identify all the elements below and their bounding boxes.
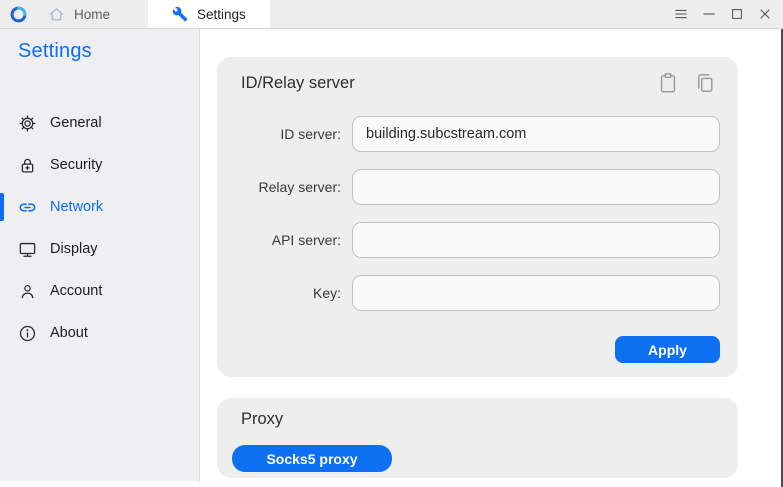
card-title: ID/Relay server bbox=[241, 74, 657, 93]
id-server-row: ID server: bbox=[217, 116, 720, 152]
sidebar-menu: General Security Network bbox=[0, 102, 199, 354]
sidebar-item-label: Network bbox=[50, 199, 103, 215]
sidebar-item-network[interactable]: Network bbox=[0, 186, 199, 228]
tab-home-label: Home bbox=[74, 7, 110, 22]
key-label: Key: bbox=[217, 285, 352, 301]
api-server-label: API server: bbox=[217, 232, 352, 248]
sidebar-item-security[interactable]: Security bbox=[0, 144, 199, 186]
tab-settings-label: Settings bbox=[197, 7, 246, 22]
tab-home[interactable]: Home bbox=[27, 0, 140, 28]
apply-button[interactable]: Apply bbox=[615, 336, 720, 363]
paste-button[interactable] bbox=[657, 71, 679, 95]
close-icon bbox=[757, 6, 773, 22]
tab-settings[interactable]: Settings bbox=[148, 0, 270, 28]
settings-sidebar: Settings General Security bbox=[0, 29, 200, 481]
sidebar-title: Settings bbox=[0, 29, 199, 63]
api-server-input[interactable] bbox=[352, 222, 720, 258]
clipboard-icon bbox=[657, 71, 679, 95]
rustdesk-logo-icon bbox=[10, 6, 27, 23]
wrench-icon bbox=[172, 6, 188, 22]
api-server-row: API server: bbox=[217, 222, 720, 258]
relay-server-row: Relay server: bbox=[217, 169, 720, 205]
maximize-button[interactable] bbox=[723, 0, 751, 28]
link-icon bbox=[18, 198, 37, 217]
app-logo bbox=[0, 0, 27, 28]
hamburger-icon bbox=[673, 6, 689, 22]
sidebar-item-label: Display bbox=[50, 241, 98, 257]
minimize-icon bbox=[701, 6, 717, 22]
sidebar-item-about[interactable]: About bbox=[0, 312, 199, 354]
monitor-icon bbox=[18, 240, 37, 259]
lock-icon bbox=[18, 156, 37, 175]
minimize-button[interactable] bbox=[695, 0, 723, 28]
close-button[interactable] bbox=[751, 0, 779, 28]
id-relay-server-card: ID/Relay server ID server: Relay server: bbox=[217, 57, 738, 377]
titlebar: Home Settings bbox=[0, 0, 783, 29]
sidebar-item-display[interactable]: Display bbox=[0, 228, 199, 270]
socks5-proxy-button[interactable]: Socks5 proxy bbox=[232, 445, 392, 472]
home-icon bbox=[48, 6, 65, 23]
sidebar-item-label: Account bbox=[50, 283, 102, 299]
id-server-input[interactable] bbox=[352, 116, 720, 152]
relay-server-input[interactable] bbox=[352, 169, 720, 205]
id-server-label: ID server: bbox=[217, 126, 352, 142]
sidebar-item-label: About bbox=[50, 325, 88, 341]
sidebar-item-general[interactable]: General bbox=[0, 102, 199, 144]
menu-button[interactable] bbox=[667, 0, 695, 28]
sidebar-item-label: Security bbox=[50, 157, 102, 173]
sidebar-item-account[interactable]: Account bbox=[0, 270, 199, 312]
gear-icon bbox=[18, 114, 37, 133]
proxy-card: Proxy Socks5 proxy bbox=[217, 398, 738, 478]
relay-server-label: Relay server: bbox=[217, 179, 352, 195]
person-icon bbox=[18, 282, 37, 301]
sidebar-item-label: General bbox=[50, 115, 102, 131]
window-controls bbox=[667, 0, 783, 28]
active-indicator bbox=[0, 193, 4, 221]
proxy-title: Proxy bbox=[217, 398, 738, 429]
key-row: Key: bbox=[217, 275, 720, 311]
copy-button[interactable] bbox=[694, 71, 716, 95]
copy-icon bbox=[694, 71, 716, 95]
key-input[interactable] bbox=[352, 275, 720, 311]
maximize-icon bbox=[729, 6, 745, 22]
info-icon bbox=[18, 324, 37, 343]
